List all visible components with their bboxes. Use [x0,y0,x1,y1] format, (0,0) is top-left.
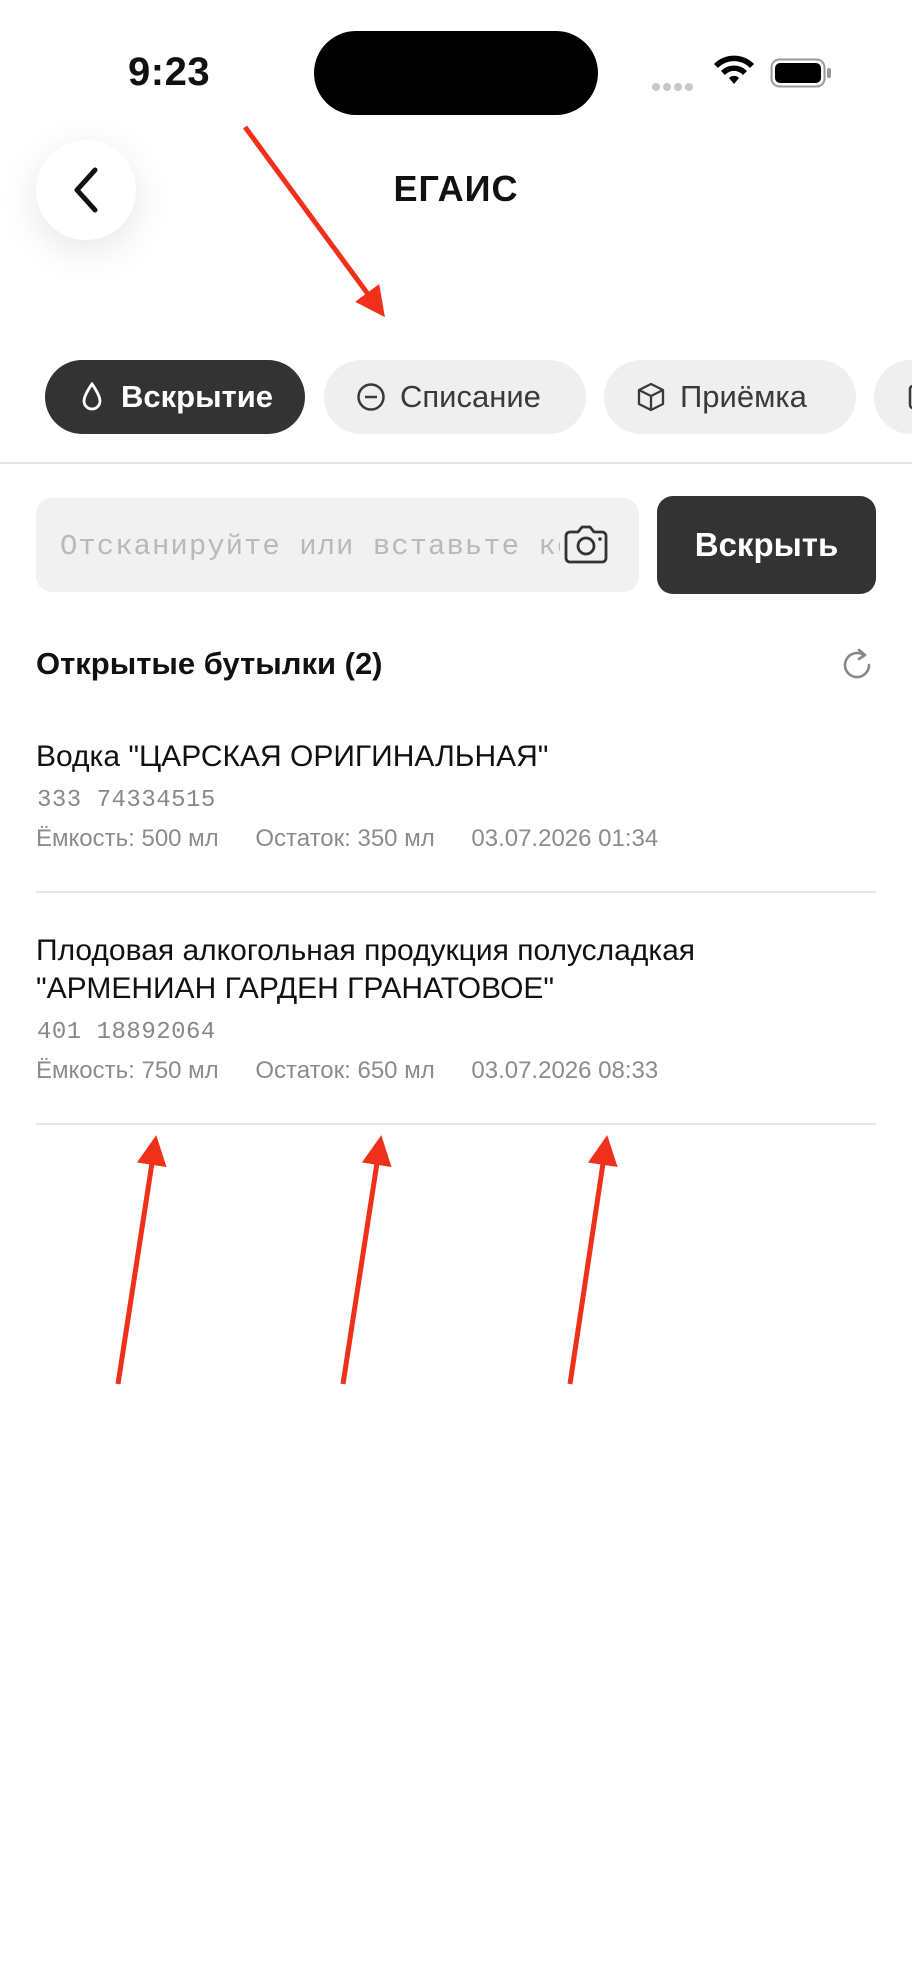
section-title: Открытые бутылки (2) [36,646,383,681]
scan-field[interactable] [36,498,639,594]
tab-opening[interactable]: Вскрытие [45,360,305,434]
dynamic-island [314,31,598,115]
divider [0,462,912,464]
bottle-code: 401 18892064 [37,1019,216,1046]
status-time: 9:23 [128,50,211,94]
bottle-meta: Ёмкость: 750 мл Остаток: 650 мл 03.07.20… [36,1057,688,1085]
divider [36,891,876,893]
divider [36,1123,876,1125]
tab-receiving[interactable]: Приёмка [604,360,856,434]
tab-label: Приёмка [680,379,807,414]
annotation-arrow [567,1135,618,1385]
bottle-title-line: "АРМЕНИАН ГАРДЕН ГРАНАТОВОЕ" [36,972,555,1005]
bottle-remaining: Остаток: 650 мл [255,1057,435,1084]
wifi-icon [714,55,754,84]
tab-bar: Вскрытие Списание Приёмка [0,360,912,434]
tab-write-off[interactable]: Списание [324,360,586,434]
battery-icon [770,58,831,88]
box-icon [636,382,666,412]
bottle-capacity: Ёмкость: 750 мл [36,1057,219,1084]
tab-more[interactable] [874,360,912,434]
tab-icon [906,382,912,412]
tab-label: Списание [400,379,541,414]
bottle-remaining: Остаток: 350 мл [255,825,435,852]
refresh-icon[interactable] [838,646,876,684]
bottle-code: 333 74334515 [37,787,216,814]
bottle-capacity: Ёмкость: 500 мл [36,825,219,852]
annotation-arrow [115,1135,167,1385]
signal-dots-icon [652,78,700,91]
annotation-arrow [340,1135,392,1385]
bottle-title-line: Плодовая алкогольная продукция полусладк… [36,934,696,967]
annotation-arrow [242,125,385,318]
tab-label: Вскрытие [121,379,274,414]
drop-icon [77,382,107,412]
minus-circle-icon [356,382,386,412]
camera-icon[interactable] [562,524,610,564]
bottle-meta: Ёмкость: 500 мл Остаток: 350 мл 03.07.20… [36,825,688,853]
open-bottle-button[interactable]: Вскрыть [657,496,876,594]
scan-input[interactable] [58,498,562,594]
bottle-title: Плодовая алкогольная продукция полусладк… [36,932,876,1008]
bottle-datetime: 03.07.2026 08:33 [471,1057,659,1084]
bottle-datetime: 03.07.2026 01:34 [471,825,659,852]
bottle-title: Водка "ЦАРСКАЯ ОРИГИНАЛЬНАЯ" [36,740,549,773]
page-title: ЕГАИС [393,168,519,209]
